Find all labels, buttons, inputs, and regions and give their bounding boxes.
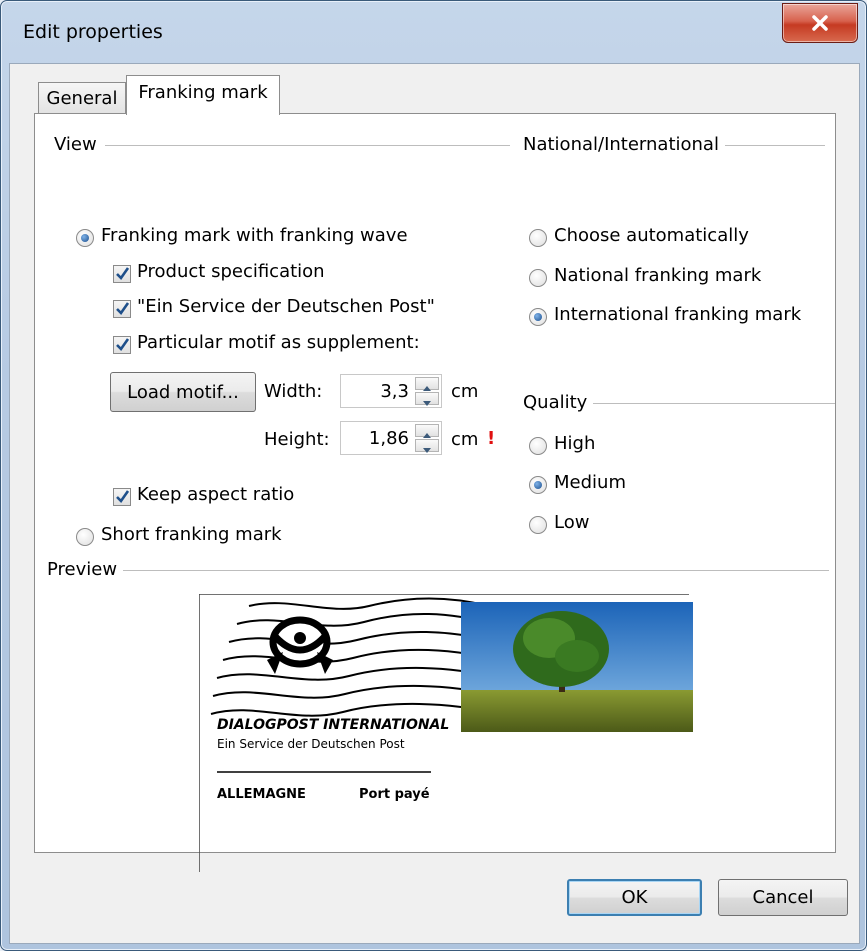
radio-quality-medium-label[interactable]: Medium: [554, 472, 626, 493]
radio-international-franking-label[interactable]: International franking mark: [554, 304, 801, 325]
quality-group-label: Quality: [523, 392, 594, 413]
width-value[interactable]: 3,3: [380, 381, 409, 402]
preview-group-line: [49, 570, 829, 571]
radio-quality-high[interactable]: [529, 437, 547, 455]
radio-choose-automatically-label[interactable]: Choose automatically: [554, 225, 749, 246]
view-group-label: View: [54, 134, 103, 155]
height-increment-button[interactable]: [415, 424, 439, 438]
dialog-client: General Franking mark View Franking mark…: [9, 63, 860, 944]
height-value[interactable]: 1,86: [369, 428, 409, 449]
preview-postage: Port payé: [359, 787, 430, 802]
tab-general[interactable]: General: [38, 82, 126, 114]
tab-franking-mark[interactable]: Franking mark: [126, 75, 280, 115]
franking-wave-lines: [210, 597, 500, 717]
view-group-line: [105, 145, 510, 146]
checkbox-particular-motif-label[interactable]: Particular motif as supplement:: [137, 332, 420, 353]
national-group-label: National/International: [523, 134, 725, 155]
width-spinner-arrows: [415, 377, 439, 406]
preview-group-label: Preview: [47, 559, 124, 580]
width-increment-button[interactable]: [415, 377, 439, 391]
franking-preview: DIALOGPOST INTERNATIONAL Ein Service der…: [198, 593, 695, 872]
checkbox-service-text[interactable]: [113, 300, 131, 318]
load-motif-button-label: Load motif...: [127, 381, 239, 403]
window-title: Edit properties: [23, 21, 163, 43]
cancel-button[interactable]: Cancel: [718, 879, 848, 916]
ok-button-label: OK: [621, 887, 648, 908]
close-icon: [812, 15, 828, 31]
radio-national-franking[interactable]: [529, 269, 547, 287]
radio-franking-wave-label[interactable]: Franking mark with franking wave: [101, 225, 408, 246]
height-spinner-arrows: [415, 424, 439, 453]
load-motif-button[interactable]: Load motif...: [110, 372, 256, 412]
tab-general-label: General: [46, 88, 118, 109]
tab-panel: View Franking mark with franking wave Pr…: [34, 113, 836, 872]
width-spinner[interactable]: 3,3: [340, 374, 442, 408]
tab-franking-mark-label: Franking mark: [138, 82, 268, 103]
ok-button[interactable]: OK: [567, 879, 702, 916]
width-label: Width:: [264, 381, 323, 402]
radio-quality-high-label[interactable]: High: [554, 433, 595, 454]
post-horn-icon: [267, 616, 333, 674]
height-warning-icon: !: [487, 428, 496, 449]
cancel-button-label: Cancel: [752, 887, 814, 908]
arrow-down-icon: [423, 448, 431, 453]
checkmark-icon: [116, 338, 130, 352]
checkbox-service-text-label[interactable]: "Ein Service der Deutschen Post": [137, 296, 435, 317]
close-button[interactable]: [782, 3, 858, 43]
preview-canvas: DIALOGPOST INTERNATIONAL Ein Service der…: [198, 593, 693, 872]
radio-choose-automatically[interactable]: [529, 229, 547, 247]
checkbox-keep-aspect-ratio-label[interactable]: Keep aspect ratio: [137, 484, 294, 505]
checkbox-product-specification-label[interactable]: Product specification: [137, 261, 325, 282]
preview-service-line: DIALOGPOST INTERNATIONAL: [217, 717, 449, 733]
height-label: Height:: [264, 429, 330, 450]
radio-quality-low-label[interactable]: Low: [554, 512, 589, 533]
checkbox-keep-aspect-ratio[interactable]: [113, 488, 131, 506]
radio-national-franking-label[interactable]: National franking mark: [554, 265, 761, 286]
arrow-down-icon: [423, 401, 431, 406]
checkmark-icon: [116, 267, 130, 281]
preview-country: ALLEMAGNE: [217, 787, 306, 802]
radio-short-franking-label[interactable]: Short franking mark: [101, 524, 282, 545]
checkbox-particular-motif[interactable]: [113, 336, 131, 354]
radio-franking-wave[interactable]: [76, 229, 94, 247]
preview-service-subline: Ein Service der Deutschen Post: [217, 737, 405, 751]
title-bar[interactable]: Edit properties: [1, 1, 866, 63]
height-unit: cm: [451, 429, 479, 450]
height-spinner[interactable]: 1,86: [340, 421, 442, 455]
dialog-window: Edit properties General Franking mark Vi…: [0, 0, 867, 951]
checkmark-icon: [116, 302, 130, 316]
height-decrement-button[interactable]: [415, 439, 439, 453]
width-decrement-button[interactable]: [415, 392, 439, 406]
checkmark-icon: [116, 490, 130, 504]
motif-image: [461, 602, 693, 732]
checkbox-product-specification[interactable]: [113, 265, 131, 283]
radio-short-franking[interactable]: [76, 528, 94, 546]
radio-quality-low[interactable]: [529, 516, 547, 534]
width-unit: cm: [451, 381, 479, 402]
radio-international-franking[interactable]: [529, 308, 547, 326]
radio-quality-medium[interactable]: [529, 476, 547, 494]
